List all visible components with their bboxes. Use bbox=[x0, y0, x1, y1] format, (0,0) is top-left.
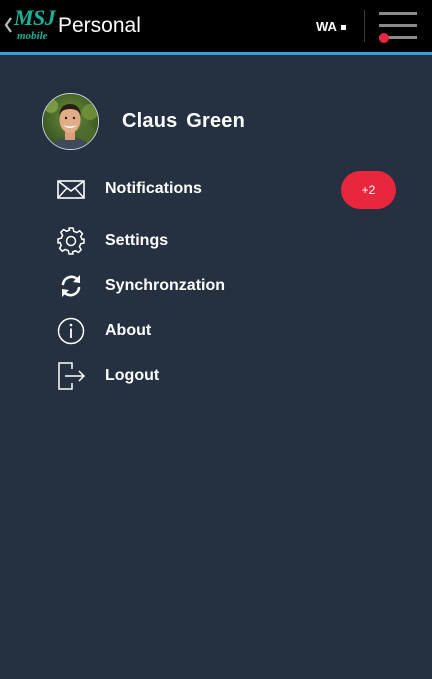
status-label: WA bbox=[316, 19, 337, 34]
info-icon bbox=[57, 317, 85, 345]
logo-sub-text: mobile bbox=[17, 30, 48, 42]
chevron-left-icon[interactable] bbox=[3, 14, 13, 36]
status-indicator: WA bbox=[316, 19, 346, 35]
menu-item-label: Notifications bbox=[105, 180, 202, 197]
envelope-icon bbox=[57, 180, 85, 199]
app-logo[interactable]: MSJ mobile bbox=[14, 5, 56, 44]
user-avatar-photo bbox=[43, 94, 98, 149]
status-dot-icon bbox=[340, 24, 346, 30]
appbar-divider bbox=[364, 10, 365, 42]
notification-dot-icon bbox=[379, 33, 389, 43]
menu-item-settings[interactable]: Settings bbox=[50, 221, 400, 261]
app-bar: MSJ mobile Personal WA bbox=[0, 0, 432, 55]
hamburger-menu-button[interactable] bbox=[376, 10, 422, 44]
menu-item-label: Logout bbox=[105, 367, 160, 384]
page-title: Personal bbox=[58, 14, 141, 37]
menu-item-synchronization[interactable]: Synchronzation bbox=[50, 266, 400, 306]
logo-main-text: MSJ bbox=[14, 5, 56, 30]
gear-icon bbox=[57, 227, 85, 255]
menu-item-logout[interactable]: Logout bbox=[50, 356, 400, 396]
menu-item-about[interactable]: About bbox=[50, 311, 400, 351]
user-name: Claus Green bbox=[122, 110, 246, 132]
avatar[interactable] bbox=[42, 93, 99, 150]
menu-item-label: Settings bbox=[105, 232, 169, 249]
sync-icon bbox=[61, 275, 81, 297]
menu-item-label: Synchronzation bbox=[105, 277, 226, 294]
notifications-count-badge[interactable]: +2 bbox=[341, 171, 396, 209]
hamburger-bar bbox=[379, 24, 417, 27]
logout-icon bbox=[58, 362, 86, 390]
hamburger-menu-icon bbox=[379, 12, 417, 15]
menu-item-label: About bbox=[105, 322, 152, 339]
